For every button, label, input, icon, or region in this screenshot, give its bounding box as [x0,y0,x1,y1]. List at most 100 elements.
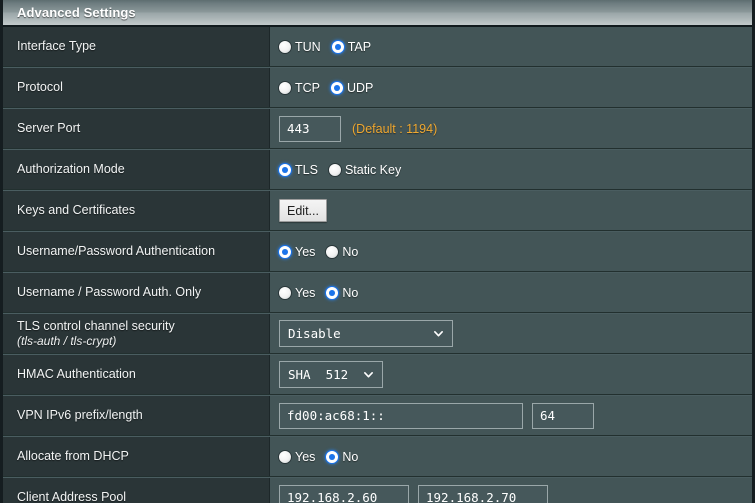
row-label: Interface Type [17,39,96,53]
row-label: Authorization Mode [17,162,125,176]
row-label-cell: Interface Type [3,27,270,66]
select-value: Disable [288,326,341,341]
row-label: Client Address Pool [17,490,127,503]
row-label-cell: Server Port [3,109,270,148]
radio-option-allocate_from_dhcp-1[interactable]: No [326,450,358,464]
radio-option-username_password_authentication-1[interactable]: No [326,245,358,259]
settings-row-authorization_mode: Authorization Mode TLS Static Key [3,149,752,190]
settings-row-interface_type: Interface Type TUN TAP [3,27,752,67]
radio-label: No [342,285,359,300]
radio-group-username_password_auth_only: Yes No [279,286,369,300]
radio-label: Static Key [344,162,402,177]
settings-row-tls_control_channel_security: TLS control channel security (tls-auth / … [3,313,752,354]
radio-selected-icon[interactable] [279,163,291,176]
row-label: Protocol [17,80,63,94]
chevron-down-icon [433,328,444,339]
row-label: Server Port [17,121,81,135]
radio-label: TAP [347,39,372,54]
radio-group-allocate_from_dhcp: Yes No [279,450,369,464]
row-field-cell: fd00:ac68:1:: 64 [270,396,752,435]
input-vpn_ipv6_prefix_length-prefix[interactable]: fd00:ac68:1:: [279,402,523,429]
select-hmac_authentication[interactable]: SHA 512 [279,361,383,388]
chevron-down-icon [363,369,374,380]
radio-group-username_password_authentication: Yes No [279,245,369,259]
row-field-cell: TUN TAP [270,27,752,66]
row-field-cell: SHA 512 [270,355,752,394]
radio-group-protocol: TCP UDP [279,81,384,95]
row-field-cell: Yes No [270,232,752,271]
select-tls_control_channel_security[interactable]: Disable [279,320,453,347]
radio-option-authorization_mode-1[interactable]: Static Key [328,162,402,177]
radio-unselected-icon[interactable] [279,286,291,299]
radio-label: Yes [295,449,316,464]
row-label: Keys and Certificates [17,203,136,217]
input-client_address_pool-start[interactable]: 192.168.2.60 [279,484,409,503]
settings-row-hmac_authentication: HMAC Authentication SHA 512 [3,354,752,395]
panel-header: Advanced Settings [3,0,752,27]
row-sublabel: (tls-auth / tls-crypt) [17,333,117,348]
radio-label: No [342,244,359,259]
row-field-cell: TLS Static Key [270,150,752,189]
row-field-cell: Yes No [270,437,752,476]
select-value: SHA 512 [288,367,349,382]
radio-label: UDP [347,80,374,95]
row-field-cell: Disable [270,314,752,353]
row-field-cell: 443 (Default : 1194) [270,109,752,148]
radio-label: Yes [295,244,316,259]
row-field-cell: Yes No [270,273,752,312]
settings-row-protocol: Protocol TCP UDP [3,67,752,108]
radio-selected-icon[interactable] [331,81,343,94]
row-label: Username/Password Authentication [17,244,216,258]
radio-selected-icon[interactable] [279,245,291,258]
input-client_address_pool-end[interactable]: 192.168.2.70 [418,484,548,503]
row-label: TLS control channel security [17,318,175,333]
radio-selected-icon[interactable] [326,450,339,463]
advanced-settings-panel: Advanced Settings Interface Type TUN TAP Pr… [0,0,755,503]
radio-unselected-icon[interactable] [326,245,339,258]
radio-label: No [342,449,359,464]
row-label: HMAC Authentication [17,367,136,381]
radio-option-authorization_mode-0[interactable]: TLS [279,163,318,177]
row-label-cell: VPN IPv6 prefix/length [3,396,270,435]
radio-label: TCP [295,80,320,95]
radio-option-interface_type-1[interactable]: TAP [331,39,372,54]
radio-unselected-icon[interactable] [279,450,291,463]
settings-row-server_port: Server Port 443 (Default : 1194) [3,108,752,149]
edit-button-keys_and_certificates[interactable]: Edit... [279,199,327,222]
radio-option-protocol-1[interactable]: UDP [331,81,373,95]
radio-selected-icon[interactable] [326,286,339,299]
radio-label: TUN [295,39,321,54]
default-hint-server_port: (Default : 1194) [352,121,438,136]
row-label-cell: Username / Password Auth. Only [3,273,270,312]
radio-option-allocate_from_dhcp-0[interactable]: Yes [279,450,315,464]
radio-option-username_password_auth_only-1[interactable]: No [326,286,358,300]
row-label-cell: Client Address Pool [3,478,270,503]
radio-option-username_password_auth_only-0[interactable]: Yes [279,286,315,300]
row-label: Username / Password Auth. Only [17,285,202,299]
row-label-cell: HMAC Authentication [3,355,270,394]
radio-unselected-icon[interactable] [279,40,291,53]
radio-unselected-icon[interactable] [279,81,291,94]
row-label: Allocate from DHCP [17,449,129,463]
radio-option-protocol-0[interactable]: TCP [279,81,320,95]
settings-row-vpn_ipv6_prefix_length: VPN IPv6 prefix/length fd00:ac68:1:: 64 [3,395,752,436]
settings-row-username_password_auth_only: Username / Password Auth. Only Yes No [3,272,752,313]
settings-row-allocate_from_dhcp: Allocate from DHCP Yes No [3,436,752,477]
radio-group-authorization_mode: TLS Static Key [279,163,412,177]
radio-option-interface_type-0[interactable]: TUN [279,40,321,54]
row-field-cell: 192.168.2.60 192.168.2.70 [270,478,752,503]
input-vpn_ipv6_prefix_length-length[interactable]: 64 [532,402,594,429]
row-label-cell: Allocate from DHCP [3,437,270,476]
row-field-cell: Edit... [270,191,752,230]
settings-row-keys_and_certificates: Keys and Certificates Edit... [3,190,752,231]
row-label: VPN IPv6 prefix/length [17,408,143,422]
radio-label: Yes [295,285,316,300]
radio-selected-icon[interactable] [331,40,344,53]
input-server_port[interactable]: 443 [279,115,341,142]
row-label-cell: Keys and Certificates [3,191,270,230]
radio-unselected-icon[interactable] [328,163,341,176]
radio-option-username_password_authentication-0[interactable]: Yes [279,245,315,259]
settings-row-client_address_pool: Client Address Pool 192.168.2.60 192.168.2… [3,477,752,503]
radio-label: TLS [295,162,318,177]
settings-row-username_password_authentication: Username/Password Authentication Yes No [3,231,752,272]
